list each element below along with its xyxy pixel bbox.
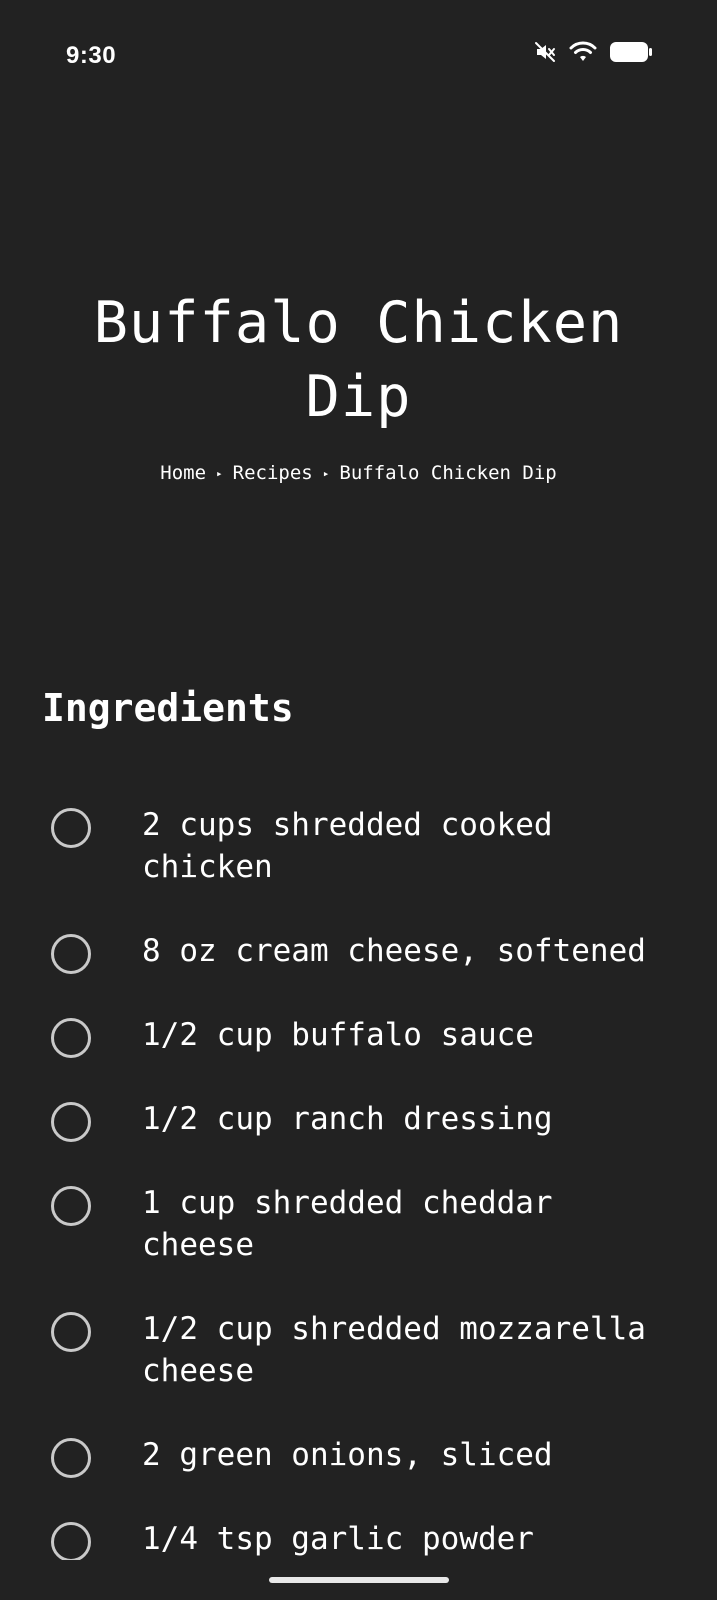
status-bar: 9:30 [0, 0, 717, 110]
breadcrumb-home-link[interactable]: Home [160, 462, 206, 484]
home-indicator[interactable] [268, 1577, 449, 1583]
ingredient-checkbox[interactable] [51, 1438, 91, 1478]
wifi-icon [569, 40, 597, 64]
ingredient-text: 1/4 tsp garlic powder [142, 1521, 534, 1557]
ingredient-text: 2 green onions, sliced [142, 1437, 553, 1473]
status-time: 9:30 [66, 42, 117, 69]
ingredients-heading: Ingredients [42, 686, 294, 730]
ingredient-item: 1 cup shredded cheddar cheese [0, 1182, 717, 1266]
ingredient-item: 1/2 cup shredded mozzarella cheese [0, 1308, 717, 1392]
page-title: Buffalo Chicken Dip [93, 290, 624, 430]
ingredient-text: 1/2 cup buffalo sauce [142, 1017, 534, 1053]
ingredient-checkbox[interactable] [51, 1186, 91, 1226]
breadcrumb-separator-icon: ▸ [216, 466, 223, 480]
ingredient-checkbox[interactable] [51, 1522, 91, 1560]
ingredient-text: 1/2 cup shredded mozzarella cheese [142, 1311, 646, 1389]
breadcrumb-current: Buffalo Chicken Dip [339, 462, 557, 484]
ingredient-item: 8 oz cream cheese, softened [0, 930, 717, 974]
ingredient-checkbox[interactable] [51, 1102, 91, 1142]
ingredient-text: 2 cups shredded cooked chicken [142, 807, 553, 885]
ingredient-text: 8 oz cream cheese, softened [142, 933, 646, 969]
breadcrumb-separator-icon: ▸ [322, 466, 330, 480]
breadcrumb-recipes-link[interactable]: Recipes [233, 462, 313, 484]
ingredient-item: 2 green onions, sliced [0, 1434, 717, 1478]
ingredient-item: 1/2 cup buffalo sauce [0, 1014, 717, 1058]
battery-icon [609, 40, 653, 64]
ingredient-checkbox[interactable] [51, 1018, 91, 1058]
recipe-header: Buffalo Chicken Dip Home ▸ Recipes ▸ Buf… [0, 286, 717, 484]
mute-icon [533, 40, 557, 64]
ingredient-checkbox[interactable] [51, 934, 91, 974]
ingredient-text: 1 cup shredded cheddar cheese [142, 1185, 553, 1263]
ingredient-item: 1/4 tsp garlic powder [0, 1518, 717, 1560]
ingredient-list: 2 cups shredded cooked chicken 8 oz crea… [0, 804, 717, 1560]
ingredient-checkbox[interactable] [51, 808, 91, 848]
ingredient-item: 2 cups shredded cooked chicken [0, 804, 717, 888]
breadcrumb: Home ▸ Recipes ▸ Buffalo Chicken Dip [0, 462, 717, 484]
ingredient-checkbox[interactable] [51, 1312, 91, 1352]
status-icons [533, 40, 653, 64]
ingredients-section: Ingredients 2 cups shredded cooked chick… [0, 680, 717, 1560]
ingredient-text: 1/2 cup ranch dressing [142, 1101, 553, 1137]
ingredient-item: 1/2 cup ranch dressing [0, 1098, 717, 1142]
